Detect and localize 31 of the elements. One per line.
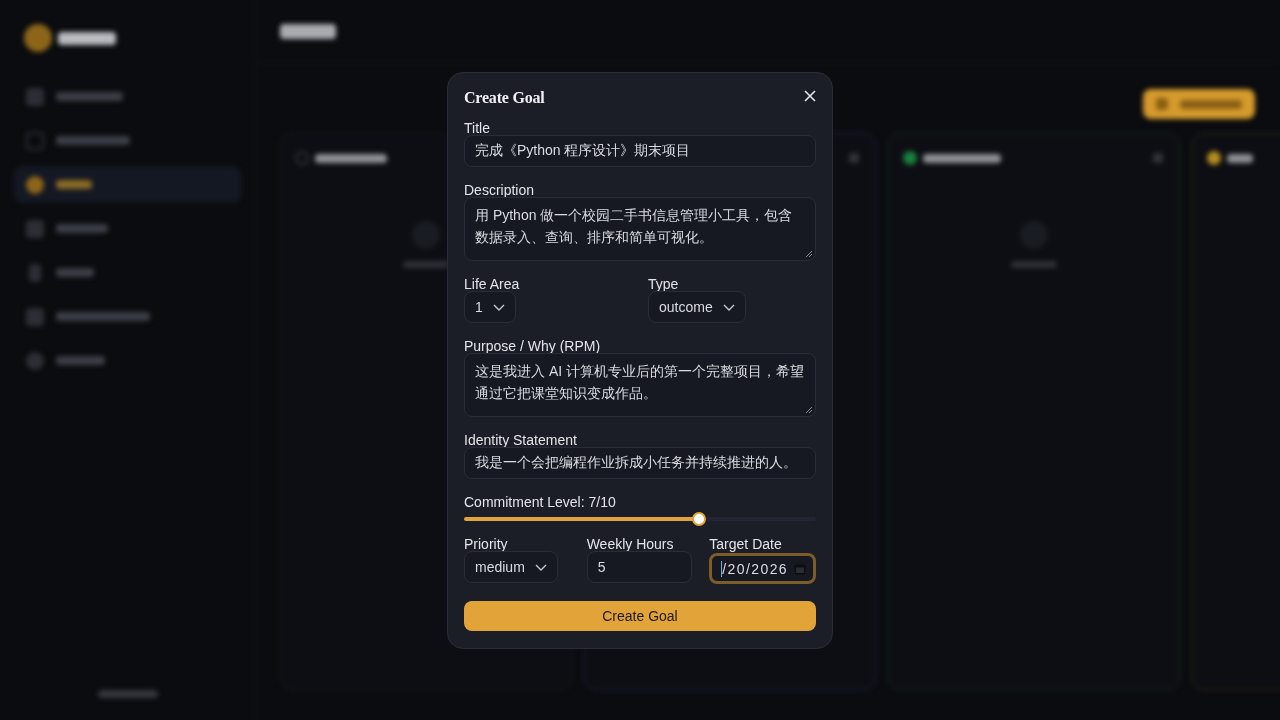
field-label: Type bbox=[648, 277, 679, 291]
text-cursor-icon bbox=[721, 560, 723, 577]
dropdown[interactable]: medium bbox=[464, 551, 558, 583]
close-button[interactable] bbox=[802, 88, 818, 104]
text-input[interactable]: 完成《Python 程序设计》期末项目 bbox=[464, 135, 816, 167]
chevron-down-icon bbox=[492, 303, 505, 311]
field-label: Title bbox=[464, 121, 490, 135]
chevron-down-icon bbox=[534, 563, 547, 571]
date-input[interactable]: /20/2026 bbox=[709, 553, 816, 584]
field-label: Life Area bbox=[464, 277, 520, 291]
dropdown[interactable]: 1 bbox=[464, 291, 516, 323]
dropdown[interactable]: outcome bbox=[648, 291, 746, 323]
resize-grip-icon bbox=[805, 250, 813, 258]
resize-grip-icon bbox=[805, 406, 813, 414]
slider-thumb[interactable] bbox=[691, 512, 706, 526]
field-label: Description bbox=[464, 183, 535, 197]
field-label: Purpose / Why (RPM) bbox=[464, 339, 601, 353]
field-label: Priority bbox=[464, 537, 508, 551]
text-input[interactable]: 我是一个会把编程作业拆成小任务并持续推进的人。 bbox=[464, 447, 816, 479]
text-area[interactable]: 这是我进入 AI 计算机专业后的第一个完整项目，希望通过它把课堂知识变成作品。 bbox=[464, 353, 816, 417]
create-goal-button[interactable]: Create Goal bbox=[464, 601, 816, 631]
close-icon bbox=[804, 90, 816, 102]
chevron-down-icon bbox=[722, 303, 735, 311]
calendar-icon bbox=[794, 562, 806, 575]
field-label: Identity Statement bbox=[464, 433, 577, 447]
dialog-title: Create Goal bbox=[464, 89, 545, 107]
field-label: Commitment Level: 7/10 bbox=[464, 495, 616, 509]
field-label: Weekly Hours bbox=[586, 537, 674, 551]
number-input[interactable]: 5 bbox=[586, 551, 692, 583]
field-label: Target Date bbox=[709, 537, 782, 551]
text-area[interactable]: 用 Python 做一个校园二手书信息管理小工具，包含数据录入、查询、排序和简单可视化。 bbox=[464, 197, 816, 261]
